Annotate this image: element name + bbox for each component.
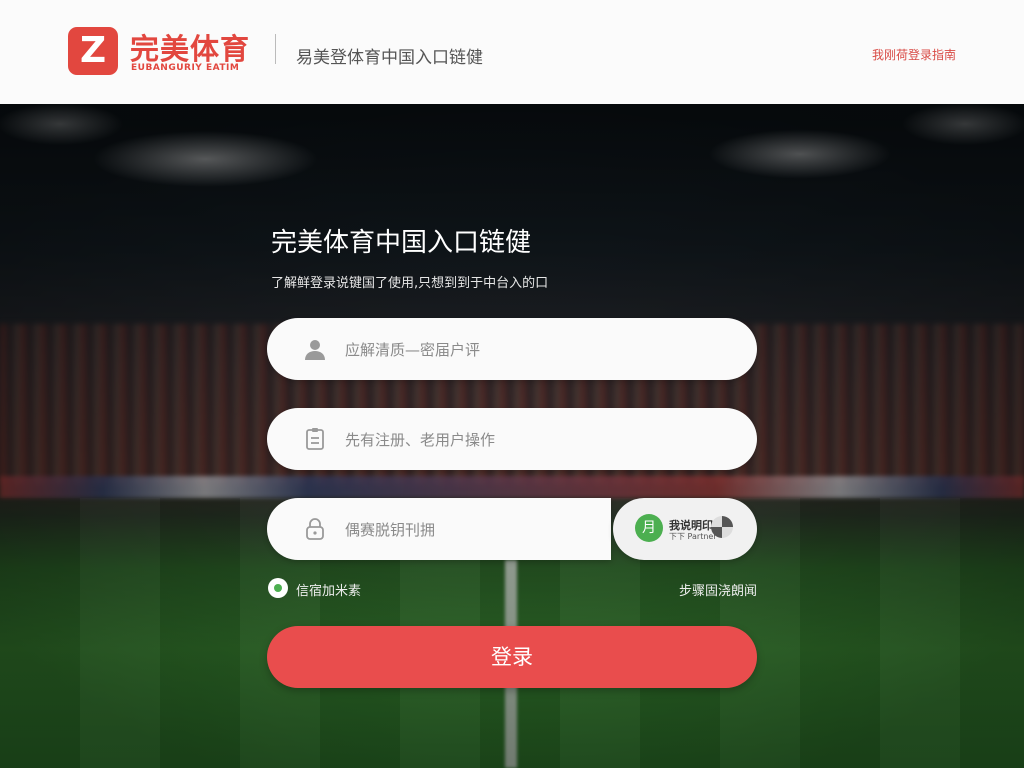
login-title: 完美体育中国入口链健	[271, 228, 532, 258]
login-button[interactable]: 登录	[267, 626, 757, 688]
username-placeholder: 应解清质—密届户评	[345, 341, 481, 359]
captcha-widget[interactable]: 月 我说明印 下下 Partner	[613, 498, 757, 560]
radio-dot	[274, 584, 282, 592]
lock-icon	[303, 517, 327, 541]
captcha-refresh-icon[interactable]	[711, 516, 733, 538]
remember-radio[interactable]	[268, 578, 288, 598]
forgot-password-link[interactable]: 步骤固浇朗闻	[679, 580, 757, 599]
site-header: Z 完美体育 EUBANGURIY EATIM 易美登体育中国入口链健 我刚荷登…	[0, 0, 1024, 104]
username-field[interactable]: 应解清质—密届户评	[267, 318, 757, 380]
brand-name[interactable]: 完美体育	[130, 26, 250, 68]
register-field[interactable]: 先有注册、老用户操作	[267, 408, 757, 470]
login-subtitle: 了解鲜登录说键国了使用,只想到到于中台入的口	[271, 276, 549, 291]
captcha-badge-icon: 月	[635, 514, 663, 542]
password-placeholder: 偶赛脱钥刊拥	[345, 521, 436, 539]
brand-logo-icon[interactable]: Z	[68, 27, 118, 75]
password-field[interactable]: 偶赛脱钥刊拥	[267, 498, 611, 560]
user-icon	[303, 337, 327, 361]
brand-english-name: EUBANGURIY EATIM	[131, 63, 240, 73]
header-divider	[275, 34, 276, 64]
register-placeholder: 先有注册、老用户操作	[345, 431, 496, 449]
remember-label: 信宿加米素	[296, 584, 362, 599]
header-title: 易美登体育中国入口链健	[296, 48, 483, 68]
header-help-link[interactable]: 我刚荷登录指南	[872, 46, 956, 63]
captcha-line-2: 下下 Partner	[669, 532, 717, 541]
id-card-icon	[303, 427, 327, 451]
